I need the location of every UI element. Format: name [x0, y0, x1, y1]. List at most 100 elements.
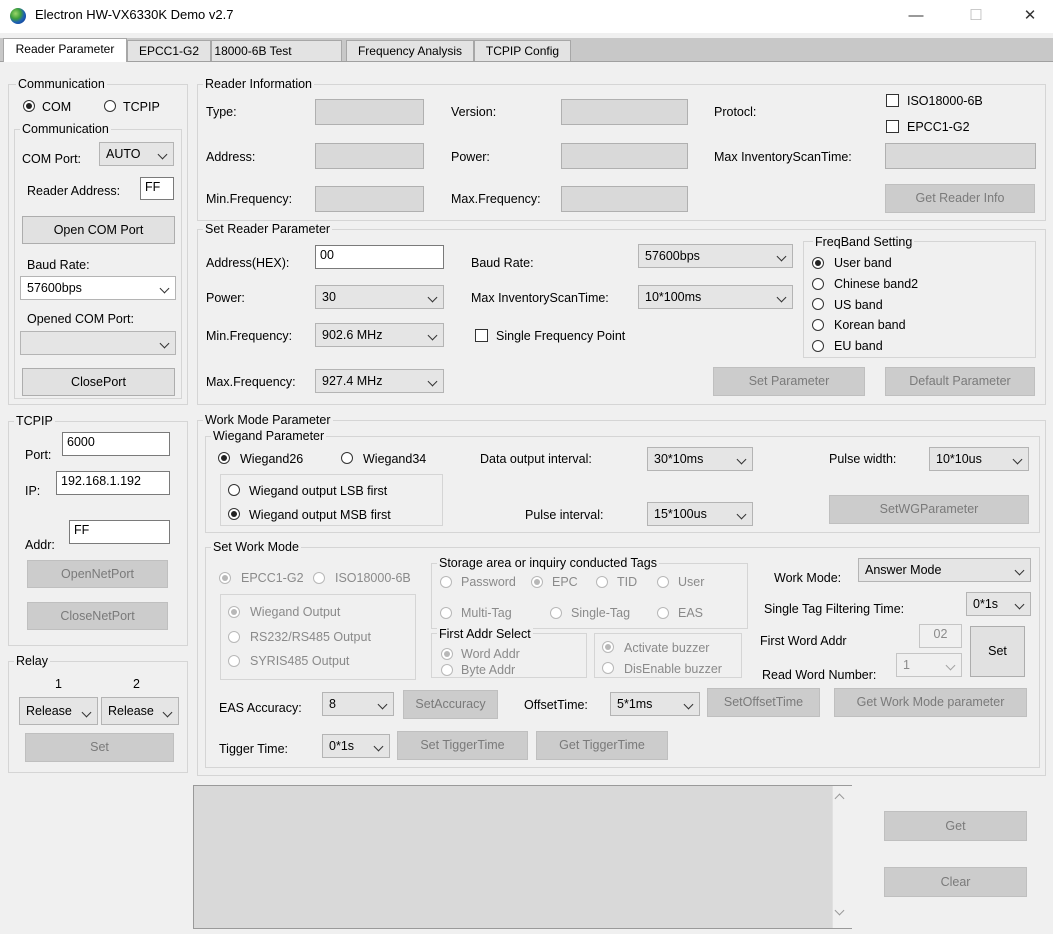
tid-radio[interactable]	[596, 576, 608, 588]
baud-rate-select[interactable]: 57600bps	[20, 276, 176, 300]
net-addr-input[interactable]: FF	[69, 520, 170, 544]
set-wg-parameter-button[interactable]: SetWGParameter	[829, 495, 1029, 524]
tab-epcc1-g2-test[interactable]: EPCC1-G2 Test	[127, 40, 211, 79]
pulse-interval-label: Pulse interval:	[525, 508, 604, 522]
open-com-port-button[interactable]: Open COM Port	[22, 216, 175, 244]
reader-address-input[interactable]: FF	[140, 177, 174, 200]
iso18000-checkbox[interactable]	[886, 94, 899, 107]
lsb-first-radio[interactable]	[228, 484, 240, 496]
max-frequency-select[interactable]: 927.4 MHz	[315, 369, 444, 393]
eas-accuracy-select[interactable]: 8	[322, 692, 394, 716]
single-frequency-checkbox[interactable]	[475, 329, 488, 342]
address-hex-input[interactable]: 00	[315, 245, 444, 269]
relay-2-select[interactable]: Release	[101, 697, 179, 725]
type-label: Type:	[206, 105, 237, 119]
relay-set-button[interactable]: Set	[25, 733, 174, 762]
word-addr-label: Word Addr	[461, 647, 520, 661]
tab-frequency-analysis[interactable]: Frequency Analysis	[346, 40, 474, 61]
pulse-width-select[interactable]: 10*10us	[929, 447, 1029, 471]
open-net-port-button[interactable]: OpenNetPort	[27, 560, 168, 588]
com-radio[interactable]	[23, 100, 35, 112]
work-mode-label: Work Mode:	[774, 571, 842, 585]
maximize-icon[interactable]: ☐	[953, 0, 999, 33]
us-band-label: US band	[834, 298, 883, 312]
set-tigger-time-button[interactable]: Set TiggerTime	[397, 731, 528, 760]
close-port-button[interactable]: ClosePort	[22, 368, 175, 396]
us-band-radio[interactable]	[812, 298, 824, 310]
read-word-number-select[interactable]: 1	[896, 653, 962, 677]
get-button[interactable]: Get	[884, 811, 1027, 841]
set-accuracy-button[interactable]: SetAccuracy	[403, 690, 498, 719]
get-reader-info-button[interactable]: Get Reader Info	[885, 184, 1035, 213]
set-parameter-button[interactable]: Set Parameter	[713, 367, 865, 396]
first-word-addr-input[interactable]: 02	[919, 624, 962, 648]
get-work-mode-parameter-button[interactable]: Get Work Mode parameter	[834, 688, 1027, 717]
power-select[interactable]: 30	[315, 285, 444, 309]
tigger-time-select[interactable]: 0*1s	[322, 734, 390, 758]
set-offset-time-button[interactable]: SetOffsetTime	[707, 688, 820, 717]
pulse-interval-select[interactable]: 15*100us	[647, 502, 753, 526]
epc-radio[interactable]	[531, 576, 543, 588]
set-baud-rate-select[interactable]: 57600bps	[638, 244, 793, 268]
user-radio[interactable]	[657, 576, 669, 588]
tab-reader-parameter[interactable]: Reader Parameter	[3, 38, 127, 62]
close-icon[interactable]: ✕	[1007, 0, 1053, 33]
version-label: Version:	[451, 105, 497, 119]
close-net-port-button[interactable]: CloseNetPort	[27, 602, 168, 630]
epcc1-g2-mode-radio[interactable]	[219, 572, 231, 584]
epcc1-g2-label: EPCC1-G2	[907, 120, 970, 134]
data-output-interval-select[interactable]: 30*10ms	[647, 447, 753, 471]
multi-tag-radio[interactable]	[440, 607, 452, 619]
max-inventory-scan-time-select[interactable]: 10*100ms	[638, 285, 793, 309]
clear-button[interactable]: Clear	[884, 867, 1027, 897]
syris485-output-radio[interactable]	[228, 655, 240, 667]
output-scrollbar[interactable]	[832, 786, 852, 928]
work-mode-select[interactable]: Answer Mode	[858, 558, 1031, 582]
offset-time-select[interactable]: 5*1ms	[610, 692, 700, 716]
chinese-band2-radio[interactable]	[812, 278, 824, 290]
password-radio[interactable]	[440, 576, 452, 588]
get-tigger-time-button[interactable]: Get TiggerTime	[536, 731, 668, 760]
eas-radio[interactable]	[657, 607, 669, 619]
iso18000-mode-radio[interactable]	[313, 572, 325, 584]
max-inventory-scan-time-label: Max InventoryScanTime:	[714, 150, 852, 164]
port-label: Port:	[25, 448, 52, 462]
com-port-select[interactable]: AUTO	[99, 142, 174, 166]
byte-addr-radio[interactable]	[441, 664, 453, 676]
activate-buzzer-radio[interactable]	[602, 641, 614, 653]
epcc1-g2-mode-label: EPCC1-G2	[241, 571, 304, 585]
relay-1-select[interactable]: Release	[19, 697, 98, 725]
work-mode-set-button[interactable]: Set	[970, 626, 1025, 677]
data-output-interval-label: Data output interval:	[480, 452, 592, 466]
eu-band-radio[interactable]	[812, 340, 824, 352]
ip-input[interactable]: 192.168.1.192	[56, 471, 170, 495]
rs232-output-radio[interactable]	[228, 631, 240, 643]
epc-label: EPC	[552, 575, 578, 589]
relay-col-1: 1	[55, 677, 62, 691]
minimize-icon[interactable]: —	[893, 0, 939, 33]
tcpip-radio[interactable]	[104, 100, 116, 112]
min-frequency-select[interactable]: 902.6 MHz	[315, 323, 444, 347]
tab-18000-6b-test[interactable]: 18000-6B Test	[211, 40, 342, 61]
korean-band-radio[interactable]	[812, 319, 824, 331]
multi-tag-label: Multi-Tag	[461, 606, 512, 620]
single-tag-filter-label: Single Tag Filtering Time:	[764, 602, 905, 616]
opened-com-port-select[interactable]	[20, 331, 176, 355]
msb-first-radio[interactable]	[228, 508, 240, 520]
single-tag-radio[interactable]	[550, 607, 562, 619]
wiegand-output-radio[interactable]	[228, 606, 240, 618]
wiegand26-radio[interactable]	[218, 452, 230, 464]
output-text-area[interactable]	[193, 785, 852, 929]
user-band-radio[interactable]	[812, 257, 824, 269]
single-tag-filter-select[interactable]: 0*1s	[966, 592, 1031, 616]
tab-tcpip-config[interactable]: TCPIP Config	[474, 40, 571, 61]
default-parameter-button[interactable]: Default Parameter	[885, 367, 1035, 396]
wiegand34-radio[interactable]	[341, 452, 353, 464]
epcc1-g2-checkbox[interactable]	[886, 120, 899, 133]
eas-accuracy-label: EAS Accuracy:	[219, 701, 302, 715]
port-input[interactable]: 6000	[62, 432, 170, 456]
disable-buzzer-radio[interactable]	[602, 662, 614, 674]
word-addr-radio[interactable]	[441, 648, 453, 660]
activate-buzzer-label: Activate buzzer	[624, 641, 710, 655]
protocol-label: Protocl:	[714, 105, 757, 119]
